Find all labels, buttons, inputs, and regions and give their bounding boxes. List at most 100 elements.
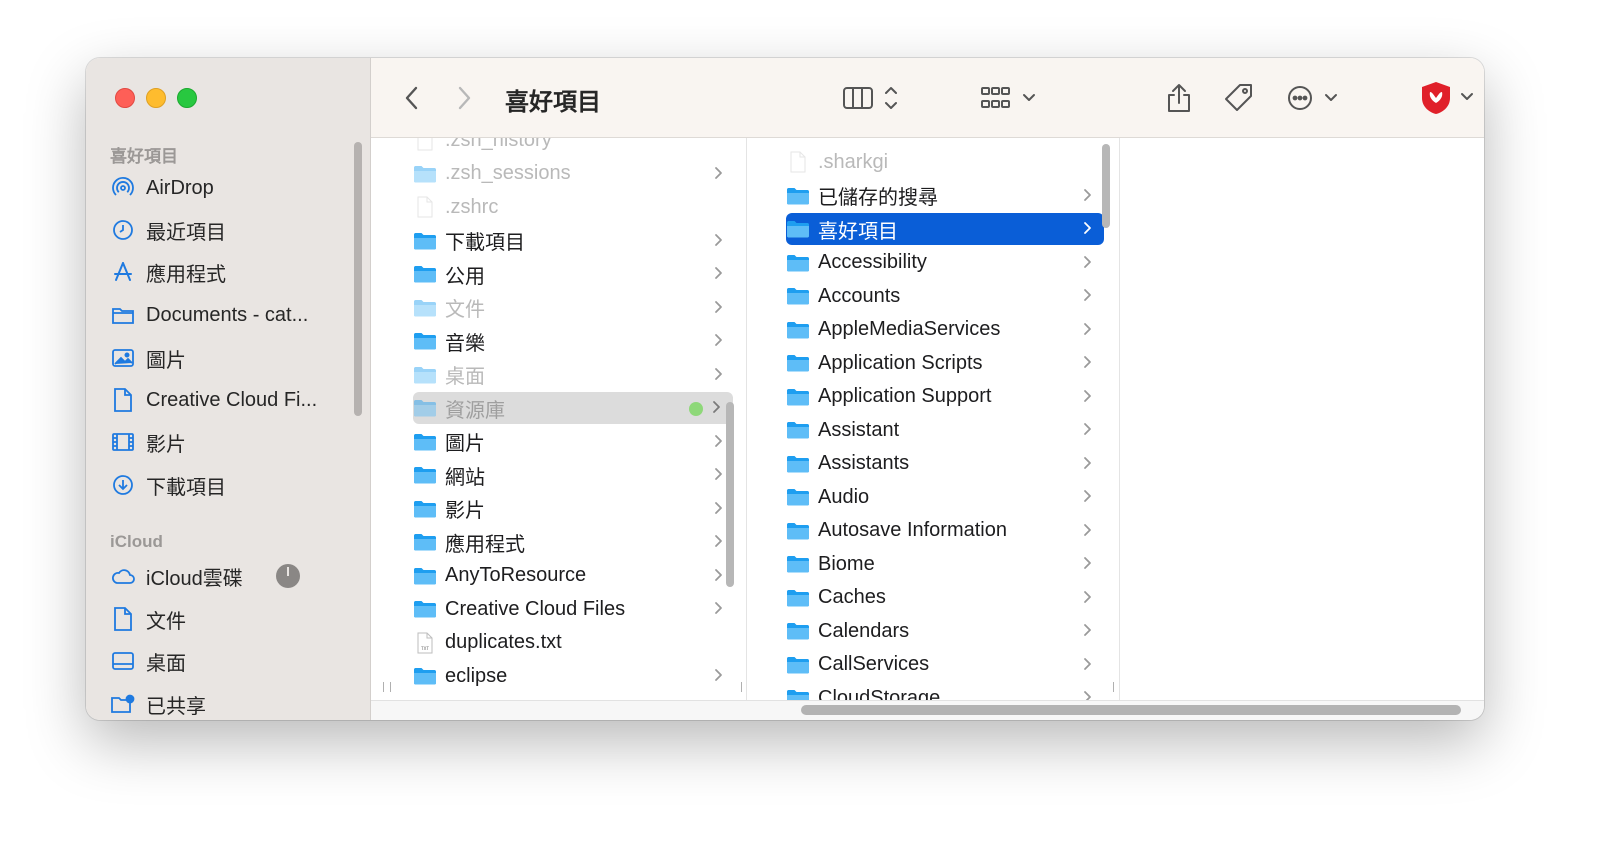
zoom-button[interactable] (177, 88, 197, 108)
sidebar-scrollbar[interactable] (354, 142, 362, 416)
minimize-button[interactable] (146, 88, 166, 108)
folder-row[interactable]: 喜好項目 (786, 213, 1104, 245)
view-mode-button[interactable] (839, 58, 903, 138)
close-button[interactable] (115, 88, 135, 108)
desktop-icon (110, 648, 136, 674)
row-label: .sharkgi (818, 150, 889, 173)
extension-button[interactable] (1417, 58, 1479, 138)
folder-row[interactable]: Accounts (786, 280, 1104, 312)
folder-row[interactable]: 桌面 (413, 359, 735, 391)
folder-icon (786, 320, 810, 340)
folder-row[interactable]: Application Scripts (786, 347, 1104, 379)
sidebar-item-documents[interactable]: Documents - cat... (110, 295, 350, 335)
applications-icon (110, 259, 136, 285)
folder-row[interactable]: Assistant (786, 414, 1104, 446)
group-button[interactable] (977, 58, 1043, 138)
sidebar-item-movies[interactable]: 影片 (110, 422, 350, 462)
sidebar-item-label: iCloud雲碟 (146, 567, 243, 590)
tag-icon (1225, 84, 1252, 111)
file-row[interactable]: .zshrc (413, 191, 735, 223)
column-empty (1121, 138, 1484, 700)
file-icon (786, 151, 810, 173)
document-icon (110, 387, 136, 413)
share-button[interactable] (1161, 58, 1197, 138)
file-row[interactable]: TXT duplicates.txt (413, 627, 735, 659)
folder-row[interactable]: 已儲存的搜尋 (786, 180, 1104, 212)
folder-row[interactable]: 影片 (413, 493, 735, 525)
column-1-scrollbar[interactable] (726, 402, 734, 587)
column-2-scrollbar[interactable] (1102, 144, 1110, 228)
row-label: AnyToResource (445, 564, 587, 586)
folder-row[interactable]: AppleMediaServices (786, 314, 1104, 346)
sidebar-item-shared[interactable]: 已共享 (110, 684, 350, 720)
row-label: Creative Cloud Files (445, 597, 626, 620)
action-menu-button[interactable] (1285, 58, 1341, 138)
forward-button[interactable] (449, 58, 479, 138)
sidebar-item-label: 最近項目 (146, 221, 226, 244)
row-label: Accounts (818, 284, 901, 307)
folder-row[interactable]: Application Support (786, 381, 1104, 413)
folder-icon (786, 588, 810, 608)
folder-row[interactable]: 資源庫 (413, 392, 733, 424)
folder-row[interactable]: Calendars (786, 615, 1104, 647)
folder-row[interactable]: 下載項目 (413, 225, 735, 257)
folder-row[interactable]: Audio (786, 481, 1104, 513)
column-library: .sharkgi 已儲存的搜尋 喜好項目 Accessibility Accounts A… (748, 138, 1120, 700)
folder-row[interactable]: Creative Cloud Files (413, 593, 735, 625)
column-resize-handle[interactable] (1113, 682, 1119, 692)
folder-row[interactable]: CallServices (786, 649, 1104, 681)
sidebar-item-icloud-desktop[interactable]: 桌面 (110, 641, 350, 681)
icloud-sync-status-icon (276, 564, 300, 588)
folder-row[interactable]: eclipse (413, 660, 735, 692)
folder-row[interactable]: 應用程式 (413, 526, 735, 558)
sidebar-item-icloud-drive[interactable]: iCloud雲碟 (110, 556, 350, 596)
row-label: Calendars (818, 619, 910, 642)
folder-row[interactable]: 網站 (413, 459, 735, 491)
column-resize-handle[interactable] (383, 682, 391, 692)
sidebar-item-pictures[interactable]: 圖片 (110, 338, 350, 378)
folder-row[interactable]: 圖片 (413, 426, 735, 458)
folder-row[interactable]: Assistants (786, 448, 1104, 480)
folder-icon (413, 231, 437, 251)
folder-row[interactable]: 文件 (413, 292, 735, 324)
folder-row[interactable]: Caches (786, 582, 1104, 614)
file-row[interactable]: .zsh_history (413, 138, 735, 156)
folder-icon (413, 532, 437, 552)
sidebar-item-creative-cloud[interactable]: Creative Cloud Fi... (110, 380, 350, 420)
file-row[interactable]: .sharkgi (786, 146, 1104, 178)
horizontal-scrollbar[interactable] (801, 705, 1461, 715)
folder-row[interactable]: .zsh_sessions (413, 158, 735, 190)
row-label: CallServices (818, 653, 930, 675)
row-label: 喜好項目 (818, 220, 898, 243)
sidebar-item-label: 應用程式 (146, 263, 226, 286)
sidebar-item-icloud-documents[interactable]: 文件 (110, 599, 350, 639)
sidebar-section-icloud: iCloud (110, 532, 163, 551)
row-label: Assistant (818, 418, 900, 441)
sidebar-item-applications[interactable]: 應用程式 (110, 252, 350, 292)
folder-row[interactable]: CloudStorage (786, 682, 1104, 700)
row-label: 文件 (445, 299, 485, 321)
grid-group-icon (981, 87, 1035, 108)
document-icon (110, 606, 136, 632)
sidebar-item-recents[interactable]: 最近項目 (110, 210, 350, 250)
tag-button[interactable] (1221, 58, 1257, 138)
sidebar-item-downloads[interactable]: 下載項目 (110, 465, 350, 505)
folder-row[interactable]: 公用 (413, 258, 735, 290)
folder-row[interactable]: AnyToResource (413, 560, 735, 592)
sidebar-item-airdrop[interactable]: AirDrop (110, 168, 350, 208)
file-icon (413, 138, 437, 151)
row-label: .zsh_history (445, 138, 552, 151)
back-button[interactable] (397, 58, 427, 138)
horizontal-scroll-area (371, 700, 1484, 720)
folder-row[interactable]: Accessibility (786, 247, 1104, 279)
row-label: Biome (818, 552, 875, 575)
folder-row[interactable]: 音樂 (413, 325, 735, 357)
folder-icon (786, 286, 810, 306)
folder-row[interactable]: Autosave Information (786, 515, 1104, 547)
sidebar-item-label: Creative Cloud Fi... (146, 388, 318, 411)
column-resize-handle[interactable] (741, 682, 746, 692)
folder-row[interactable]: Biome (786, 548, 1104, 580)
folder-icon (786, 655, 810, 675)
row-label: 已儲存的搜尋 (818, 187, 938, 209)
ellipsis-circle-icon (1288, 86, 1337, 110)
